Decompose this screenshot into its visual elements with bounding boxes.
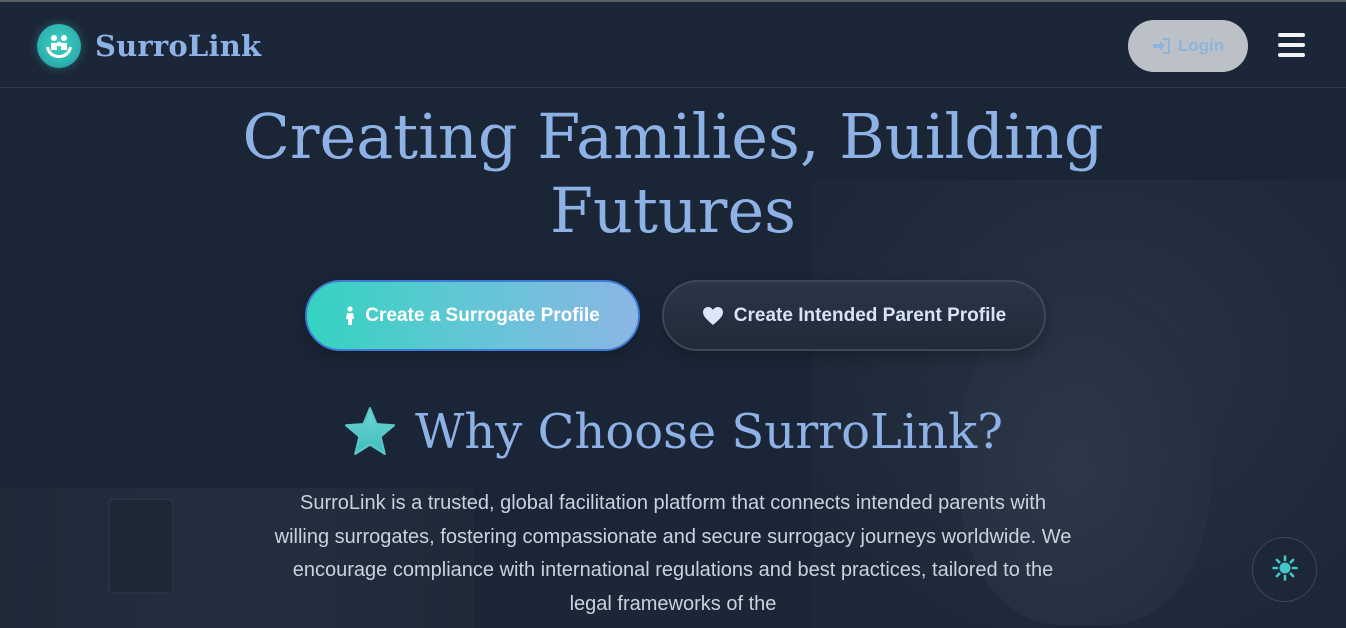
site-header: SurroLink Login (0, 0, 1346, 88)
hamburger-menu-icon[interactable] (1278, 33, 1305, 57)
hero-title: Creating Families, Building Futures (242, 100, 1104, 247)
star-icon (343, 406, 397, 458)
menu-line (1278, 33, 1305, 37)
login-label: Login (1177, 36, 1225, 55)
why-choose-title: Why Choose SurroLink? (415, 404, 1003, 460)
brand-logo[interactable]: SurroLink (37, 24, 261, 68)
person-icon (345, 305, 355, 326)
family-hands-icon (37, 24, 81, 68)
why-choose-description: SurroLink is a trusted, global facilitat… (274, 492, 1072, 615)
why-choose-heading: Why Choose SurroLink? (223, 404, 1123, 460)
menu-line (1278, 53, 1305, 57)
heart-icon (702, 306, 724, 326)
background-device-image (108, 498, 174, 594)
login-button[interactable]: Login (1128, 20, 1248, 72)
create-intended-parent-profile-button[interactable]: Create Intended Parent Profile (662, 280, 1046, 351)
sun-icon (1271, 554, 1299, 585)
brand-name: SurroLink (95, 29, 262, 63)
page: SurroLink Login Creating Families, Build… (0, 0, 1346, 628)
theme-toggle-button[interactable] (1252, 537, 1317, 602)
menu-line (1278, 43, 1305, 47)
create-surrogate-profile-label: Create a Surrogate Profile (365, 304, 600, 326)
sign-in-icon (1152, 38, 1170, 54)
create-intended-parent-profile-label: Create Intended Parent Profile (733, 304, 1007, 326)
create-surrogate-profile-button[interactable]: Create a Surrogate Profile (305, 280, 640, 351)
